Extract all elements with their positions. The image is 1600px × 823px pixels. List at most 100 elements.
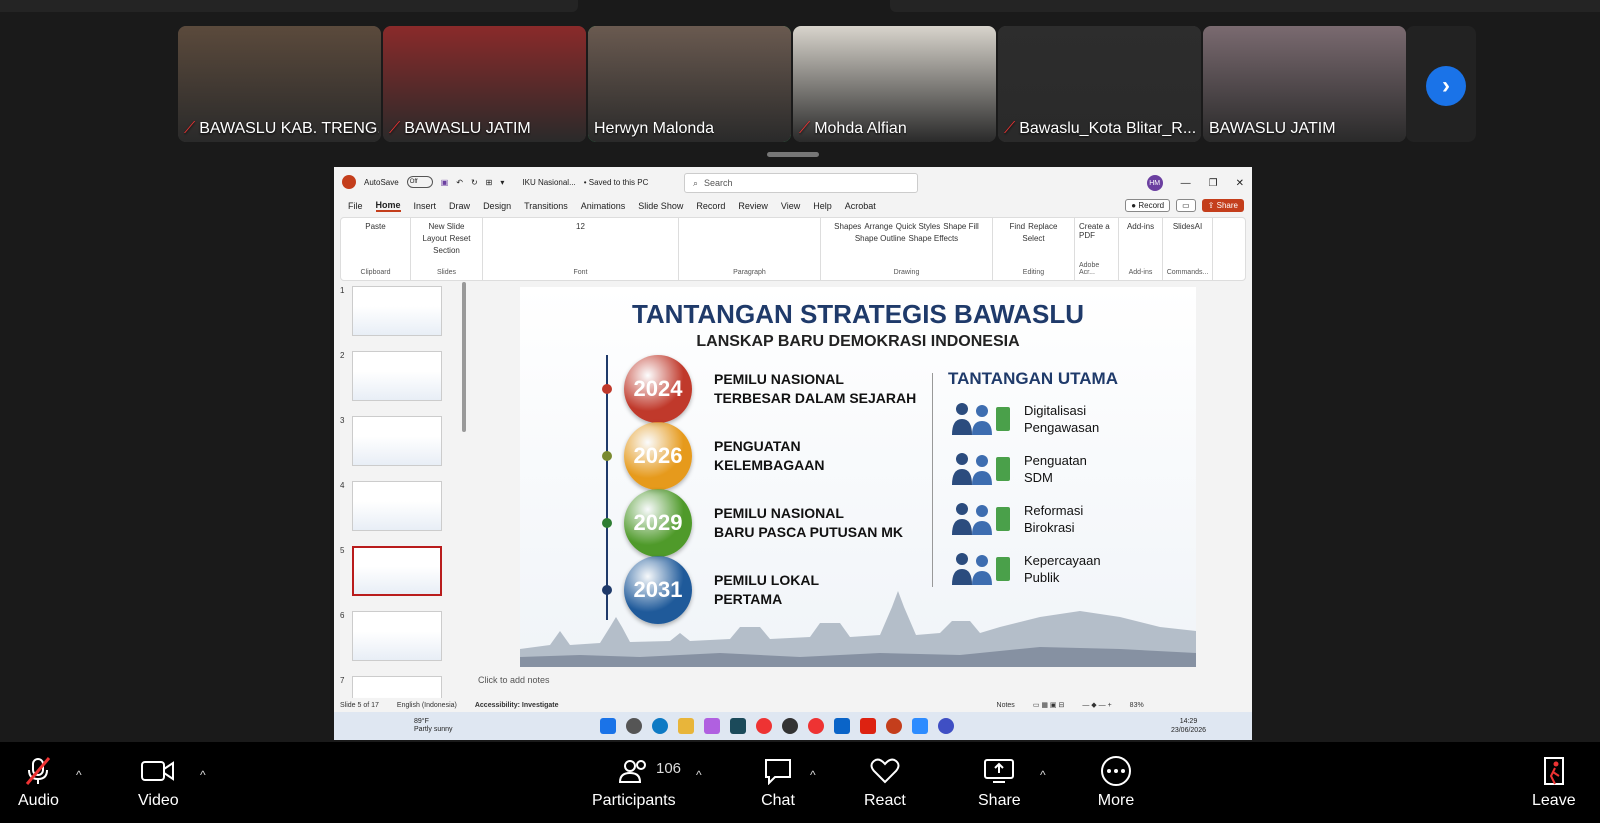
tab-slide-show[interactable]: Slide Show [638, 201, 683, 211]
notes-pane[interactable]: Click to add notes [478, 675, 550, 685]
weather-widget[interactable]: 89°F Partly sunny [414, 718, 453, 734]
participant-tile[interactable]: ⟋ Mohda Alfian [793, 26, 996, 142]
comments-icon[interactable]: ▭ [1176, 199, 1196, 212]
tab-animations[interactable]: Animations [581, 201, 626, 211]
teams-icon[interactable] [938, 718, 954, 734]
share-screen-button[interactable]: Share [978, 742, 1021, 823]
chrome-icon[interactable] [756, 718, 772, 734]
participant-tile[interactable]: Herwyn Malonda [588, 26, 791, 142]
slide-thumbnail[interactable]: 1 [340, 286, 443, 336]
slide-thumbnail[interactable]: 4 [340, 481, 443, 531]
participants-options-caret[interactable]: ^ [696, 768, 702, 782]
ribbon-button[interactable]: Shapes [834, 222, 861, 231]
ribbon-button[interactable]: Select [1022, 234, 1044, 243]
app-icon[interactable] [730, 718, 746, 734]
ribbon-button[interactable]: SlidesAI [1173, 222, 1202, 231]
redo-icon[interactable]: ↻ [471, 178, 478, 187]
participant-tile[interactable]: ⟋ Bawaslu_Kota Blitar_R... [998, 26, 1201, 142]
search-input[interactable]: ⌕ Search [684, 173, 918, 193]
audio-button[interactable]: Audio [18, 742, 59, 823]
ribbon-button[interactable]: Quick Styles [896, 222, 940, 231]
ribbon-button[interactable]: New Slide [428, 222, 464, 231]
minimize-icon[interactable]: — [1181, 178, 1191, 189]
chat-options-caret[interactable]: ^ [810, 768, 816, 782]
ribbon-button[interactable]: Shape Fill [943, 222, 979, 231]
record-button[interactable]: ● Record [1125, 199, 1171, 212]
copilot-icon[interactable] [704, 718, 720, 734]
tab-file[interactable]: File [348, 201, 363, 211]
customize-qat-icon[interactable]: ▾ [500, 178, 504, 187]
tab-record[interactable]: Record [696, 201, 725, 211]
video-button[interactable]: Video [138, 742, 179, 823]
start-icon[interactable] [600, 718, 616, 734]
share-button[interactable]: ⇪ Share [1201, 199, 1244, 212]
chrome-profile-icon[interactable] [808, 718, 824, 734]
share-resize-handle[interactable] [767, 152, 819, 157]
search-taskbar-icon[interactable] [626, 718, 642, 734]
ribbon-button[interactable]: Shape Effects [909, 234, 959, 243]
gallery-next-button[interactable]: › [1406, 26, 1476, 142]
save-status[interactable]: • Saved to this PC [584, 178, 649, 187]
audio-options-caret[interactable]: ^ [76, 768, 82, 782]
outlook-icon[interactable] [834, 718, 850, 734]
thumbnails-scrollbar[interactable] [462, 282, 466, 432]
restore-icon[interactable]: ❐ [1209, 178, 1218, 189]
ribbon-button[interactable]: Find [1010, 222, 1026, 231]
user-avatar[interactable]: HM [1146, 175, 1163, 191]
tab-help[interactable]: Help [813, 201, 832, 211]
slide-thumbnail[interactable]: 6 [340, 611, 443, 661]
ribbon-button[interactable]: Section [433, 246, 460, 255]
tab-view[interactable]: View [781, 201, 800, 211]
ribbon-button[interactable]: Reset [450, 234, 471, 243]
view-buttons[interactable]: ▭ ▦ ▣ ⊟ [1033, 701, 1065, 709]
tab-draw[interactable]: Draw [449, 201, 470, 211]
tab-design[interactable]: Design [483, 201, 511, 211]
react-button[interactable]: React [864, 742, 906, 823]
save-icon[interactable]: ▣ [441, 178, 449, 187]
ribbon-button[interactable]: 12 [576, 222, 585, 231]
present-icon[interactable]: ⊞ [486, 178, 493, 187]
zoom-level[interactable]: 83% [1130, 702, 1144, 709]
video-options-caret[interactable]: ^ [200, 768, 206, 782]
tab-insert[interactable]: Insert [414, 201, 437, 211]
timeline-text: PENGUATAN KELEMBAGAAN [714, 438, 825, 473]
slide-thumbnail[interactable]: 5 [340, 546, 443, 596]
close-icon[interactable]: ✕ [1236, 178, 1244, 189]
undo-icon[interactable]: ↶ [456, 178, 463, 187]
participant-tile[interactable]: ⟋ BAWASLU JATIM [383, 26, 586, 142]
participant-tile[interactable]: BAWASLU JATIM [1203, 26, 1406, 142]
zoom-slider[interactable]: — ◆ — + [1082, 701, 1111, 709]
ribbon-button[interactable]: Paste [365, 222, 385, 231]
participant-tile[interactable]: ⟋ BAWASLU KAB. TRENG... [178, 26, 381, 142]
ribbon-button[interactable]: Replace [1028, 222, 1057, 231]
leave-button[interactable]: Leave [1532, 742, 1576, 823]
slide-canvas[interactable]: TANTANGAN STRATEGIS BAWASLU LANSKAP BARU… [520, 287, 1196, 667]
ribbon-button[interactable]: Layout [423, 234, 447, 243]
tab-acrobat[interactable]: Acrobat [845, 201, 876, 211]
ribbon-button[interactable]: Arrange [864, 222, 892, 231]
powerpoint-taskbar-icon[interactable] [886, 718, 902, 734]
participants-button[interactable]: Participants [592, 742, 676, 823]
acrobat-icon[interactable] [860, 718, 876, 734]
tab-home[interactable]: Home [375, 200, 401, 212]
folder-icon[interactable] [678, 718, 694, 734]
share-options-caret[interactable]: ^ [1040, 768, 1046, 782]
chatgpt-icon[interactable] [782, 718, 798, 734]
zoom-app-icon[interactable] [912, 718, 928, 734]
accessibility-status[interactable]: Accessibility: Investigate [475, 702, 559, 709]
shared-screen-powerpoint: AutoSave Off ▣ ↶ ↻ ⊞ ▾ IKU Nasional... •… [334, 167, 1252, 740]
ribbon-button[interactable]: Shape Outline [855, 234, 906, 243]
more-button[interactable]: More [1096, 742, 1136, 823]
autosave-toggle[interactable]: Off [406, 176, 433, 188]
slide-thumbnail[interactable]: 3 [340, 416, 443, 466]
taskbar-clock[interactable]: 14:29 23/06/2026 [1171, 717, 1206, 735]
tab-review[interactable]: Review [738, 201, 768, 211]
ribbon-button[interactable]: Create a PDF [1079, 222, 1114, 240]
chat-button[interactable]: Chat [758, 742, 798, 823]
ribbon-button[interactable]: Add-ins [1127, 222, 1154, 231]
slide-thumbnail[interactable]: 2 [340, 351, 443, 401]
language-status[interactable]: English (Indonesia) [397, 702, 457, 709]
notes-toggle[interactable]: Notes [997, 702, 1015, 709]
edge-icon[interactable] [652, 718, 668, 734]
tab-transitions[interactable]: Transitions [524, 201, 568, 211]
